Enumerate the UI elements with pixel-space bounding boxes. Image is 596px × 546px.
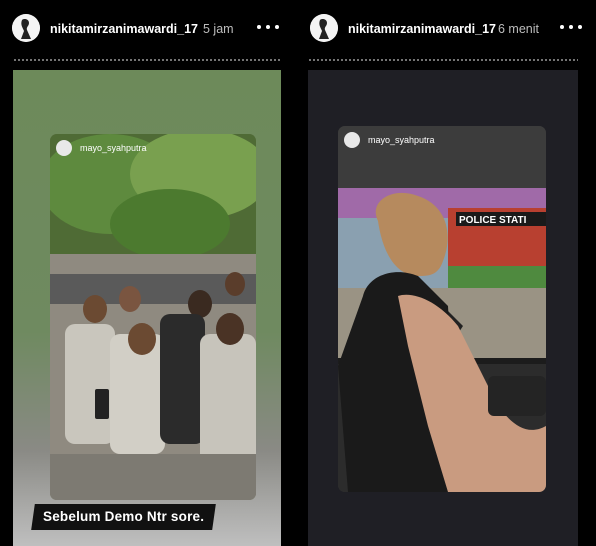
story-overlay-text: Sebelum Demo Ntr sore. (31, 504, 217, 530)
post-avatar[interactable] (56, 140, 72, 156)
more-options-icon[interactable] (560, 18, 582, 36)
reposted-post: POLICE STATI mayo_syahputra (338, 126, 546, 492)
post-username[interactable]: mayo_syahputra (80, 143, 147, 153)
more-options-icon[interactable] (257, 18, 279, 36)
post-avatar[interactable] (344, 132, 360, 148)
story-header: nikitamirzanimawardi_17 5 jam (10, 12, 283, 44)
story-progress-bar (13, 59, 281, 61)
avatar[interactable] (12, 14, 40, 42)
overlay-text-label: Sebelum Demo Ntr sore. (43, 509, 205, 524)
post-photo-car: POLICE STATI (338, 126, 546, 492)
story-time: 6 menit (498, 22, 539, 36)
sign-text: POLICE STATI (459, 215, 527, 226)
avatar[interactable] (310, 14, 338, 42)
post-username[interactable]: mayo_syahputra (368, 135, 435, 145)
reposted-post: mayo_syahputra (50, 134, 256, 500)
story-time: 5 jam (203, 22, 234, 36)
story-progress-bar (308, 59, 578, 61)
post-photo-crowd (50, 134, 256, 500)
story-content-right[interactable]: POLICE STATI mayo_syahputra (308, 70, 578, 546)
username[interactable]: nikitamirzanimawardi_17 (348, 22, 496, 36)
username[interactable]: nikitamirzanimawardi_17 (50, 22, 198, 36)
story-header: nikitamirzanimawardi_17 6 menit (308, 12, 586, 44)
story-content-left[interactable]: mayo_syahputra Sebelum Demo Ntr sore. (13, 70, 281, 546)
